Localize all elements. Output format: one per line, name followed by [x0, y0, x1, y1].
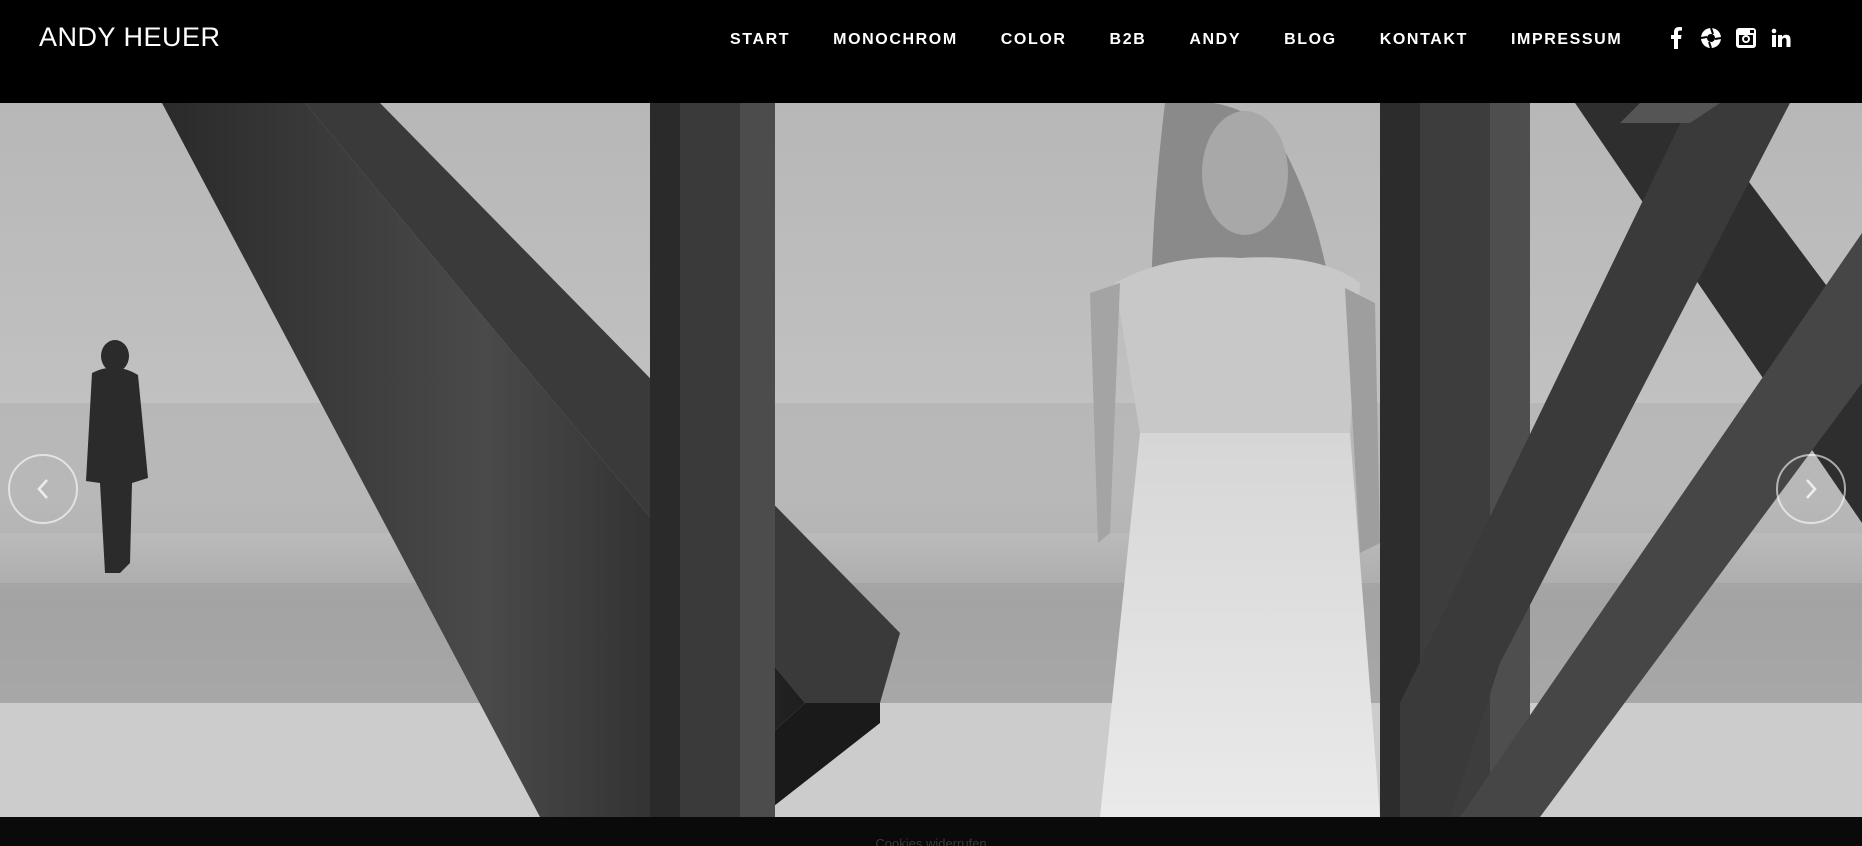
linkedin-icon[interactable]	[1769, 26, 1793, 50]
instagram-icon[interactable]	[1734, 26, 1758, 50]
main-nav: START MONOCHROM COLOR B2B ANDY BLOG KONT…	[730, 29, 1622, 51]
slider-next-button[interactable]	[1776, 454, 1846, 524]
nav-item-start[interactable]: START	[730, 31, 790, 49]
nav-item-monochrom[interactable]: MONOCHROM	[833, 31, 958, 49]
nav-item-andy[interactable]: ANDY	[1189, 31, 1241, 49]
social-links	[1664, 26, 1793, 50]
nav-item-impressum[interactable]: IMPRESSUM	[1511, 31, 1622, 49]
site-logo[interactable]: ANDY HEUER	[39, 22, 221, 53]
camera-aperture-icon[interactable]	[1699, 26, 1723, 50]
chevron-left-icon	[37, 479, 48, 499]
cookie-revoke-link[interactable]: Cookies widerrufen	[0, 836, 1862, 846]
chevron-right-icon	[1806, 479, 1817, 499]
page: ANDY HEUER START MONOCHROM COLOR B2B AND…	[0, 0, 1862, 846]
facebook-icon[interactable]	[1664, 26, 1688, 50]
nav-item-blog[interactable]: BLOG	[1284, 31, 1337, 49]
nav-item-kontakt[interactable]: KONTAKT	[1380, 31, 1468, 49]
site-header: ANDY HEUER START MONOCHROM COLOR B2B AND…	[0, 0, 1862, 102]
slide-photo	[0, 103, 1862, 817]
nav-item-b2b[interactable]: B2B	[1110, 31, 1147, 49]
slider-prev-button[interactable]	[8, 454, 78, 524]
nav-item-color[interactable]: COLOR	[1001, 31, 1067, 49]
image-slider	[0, 103, 1862, 817]
site-footer: Cookies widerrufen	[0, 817, 1862, 846]
